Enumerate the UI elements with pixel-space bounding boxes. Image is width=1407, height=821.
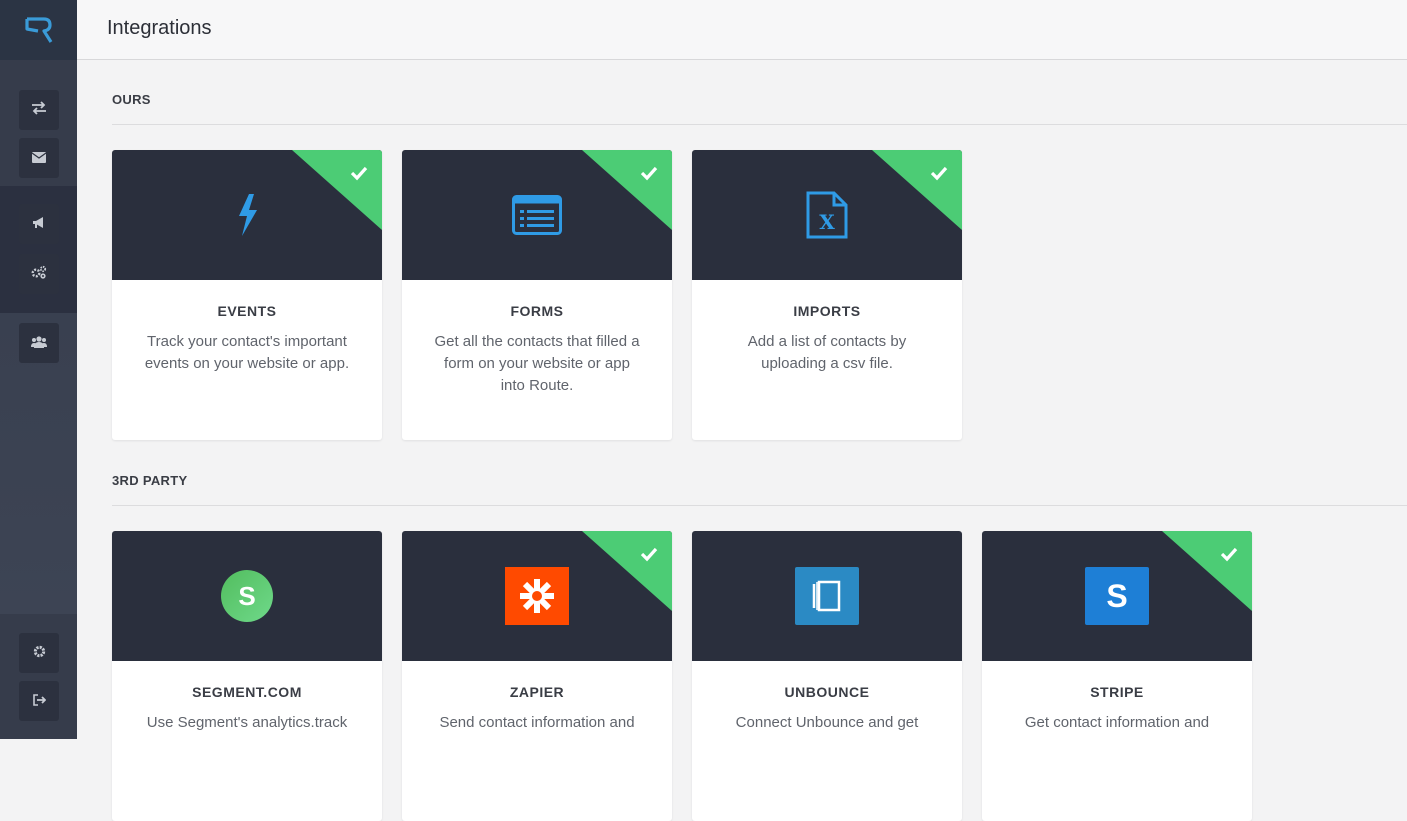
sidebar-item-settings[interactable] [19,633,59,673]
sidebar-item-campaigns[interactable] [19,204,59,244]
route-logo-icon [24,17,52,43]
top-header: Integrations [77,0,1407,60]
page-title: Integrations [107,17,212,39]
card-title: UNBOUNCE [784,684,870,700]
megaphone-icon [32,216,46,233]
integration-card-forms[interactable]: FORMS Get all the contacts that filled a… [402,150,672,440]
card-title: EVENTS [217,303,277,319]
sidebar-item-contacts[interactable] [19,323,59,363]
card-header [112,150,382,280]
card-title: STRIPE [1090,684,1144,700]
card-description: Get contact information and [1024,714,1210,731]
card-title: SEGMENT.COM [192,684,302,700]
integration-card-segment[interactable]: S SEGMENT.COM Use Segment's analytics.tr… [112,531,382,821]
stripe-logo-icon: S [1085,567,1149,625]
bolt-icon [234,192,260,238]
check-icon [930,166,948,181]
cogs-icon [31,265,47,283]
svg-text:X: X [819,210,835,234]
sidebar-group-2 [0,186,77,313]
card-header: S [112,531,382,661]
sign-out-icon [32,693,46,710]
card-description: Add a list of contacts by uploading a cs… [747,333,907,372]
sidebar-item-integrations[interactable] [19,254,59,294]
card-description: Get all the contacts that filled a form … [434,333,640,394]
users-icon [31,335,47,352]
transfer-icon [31,101,47,119]
envelope-icon [31,150,47,167]
settings-icon [33,645,46,662]
segment-logo-icon: S [221,570,273,622]
sidebar-group-4 [0,614,77,739]
form-icon [512,195,562,235]
integration-card-stripe[interactable]: S STRIPE Get contact information and [982,531,1252,821]
card-header: S [982,531,1252,661]
card-header: X [692,150,962,280]
excel-file-icon: X [806,191,848,239]
section-heading-ours: OURS [112,92,151,107]
integration-card-events[interactable]: EVENTS Track your contact's important ev… [112,150,382,440]
card-title: ZAPIER [509,684,565,700]
check-icon [640,166,658,181]
sidebar [0,0,77,739]
check-icon [350,166,368,181]
section-divider [112,124,1407,125]
card-description: Use Segment's analytics.track [146,714,348,731]
sidebar-item-logout[interactable] [19,681,59,721]
card-title: IMPORTS [793,303,861,319]
card-header [692,531,962,661]
card-title: FORMS [510,303,564,319]
zapier-logo-icon [505,567,569,625]
sidebar-group-1 [0,60,77,186]
integration-card-zapier[interactable]: ZAPIER Send contact information and [402,531,672,821]
integration-card-imports[interactable]: X IMPORTS Add a list of contacts by uplo… [692,150,962,440]
card-description: Track your contact's important events on… [144,333,350,372]
enabled-ribbon [1162,531,1252,611]
sidebar-item-email[interactable] [19,138,59,178]
enabled-ribbon [582,531,672,611]
enabled-ribbon [582,150,672,230]
enabled-ribbon [292,150,382,230]
segment-logo-letter: S [238,581,255,611]
card-header [402,531,672,661]
section-divider [112,505,1407,506]
card-header [402,150,672,280]
card-description: Send contact information and [439,714,635,731]
check-icon [640,547,658,562]
unbounce-logo-icon [795,567,859,625]
sidebar-item-flows[interactable] [19,90,59,130]
sidebar-group-3 [0,313,77,614]
logo[interactable] [0,0,77,60]
stripe-logo-letter: S [1106,578,1127,614]
integration-card-unbounce[interactable]: UNBOUNCE Connect Unbounce and get [692,531,962,821]
check-icon [1220,547,1238,562]
card-description: Connect Unbounce and get [735,714,919,731]
section-heading-third-party: 3RD PARTY [112,473,188,488]
enabled-ribbon [872,150,962,230]
